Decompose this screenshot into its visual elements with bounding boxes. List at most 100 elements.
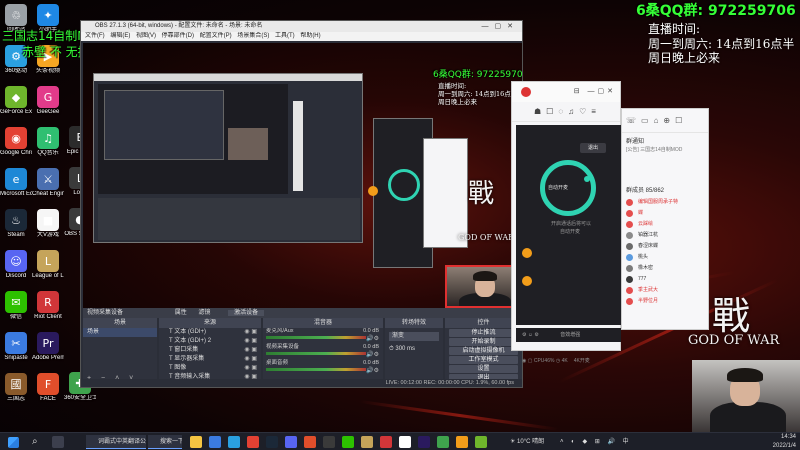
qq-members-panel[interactable]: ☏▭⌂⊕☐ 群通知 [公告] 三国志14自制MOD 群成员 85/862 编辑国…	[621, 108, 709, 330]
source-item[interactable]: T 显示器采集 ◉ ▣	[159, 355, 261, 364]
member-item[interactable]: 桃头	[622, 252, 708, 263]
taskbar-app-icon[interactable]	[437, 436, 449, 448]
activate-device-button[interactable]: 激活设备	[228, 310, 265, 316]
control-button[interactable]: 启动虚拟摄像机	[449, 347, 518, 355]
qq-side-toolbar-icons[interactable]: ☏▭⌂⊕☐	[622, 109, 708, 133]
qq-sound-enhance-button[interactable]: 音效增强	[560, 332, 580, 338]
dock-scenes-header: 场景	[83, 318, 157, 328]
qq-bottom-icons[interactable]: ⚙ ☺ ⚙	[522, 332, 539, 338]
control-button[interactable]: 工作室模式	[449, 356, 518, 364]
taskbar-app-icon[interactable]	[361, 436, 373, 448]
desktop-icon[interactable]: ☺ Discord	[0, 248, 32, 290]
taskbar-app-icon[interactable]	[304, 436, 316, 448]
desktop-icon[interactable]: ♨ Steam	[0, 207, 32, 249]
clock-date: 2022/1/4	[772, 443, 796, 449]
desktop-icon[interactable]: ⚔Cheat Engine	[32, 166, 64, 208]
member-item[interactable]: 蝶	[622, 208, 708, 219]
mixer-db-value: 0.0 dB	[363, 344, 379, 350]
desktop-icon[interactable]: G GeeGee	[32, 84, 64, 126]
taskbar-app-icon[interactable]	[228, 436, 240, 448]
control-button[interactable]: 设置	[449, 365, 518, 373]
mixer-channel[interactable]: 麦克风/Aux 0.0 dB 🔊⚙	[263, 328, 383, 344]
taskbar-app-icon[interactable]	[342, 436, 354, 448]
member-item[interactable]: 编辑国服周承子特	[622, 197, 708, 208]
volume-meter[interactable]	[266, 368, 366, 371]
volume-meter[interactable]	[266, 336, 366, 339]
eye-icon[interactable]: ◉ ▣	[244, 355, 257, 364]
app-icon: ⚔	[37, 168, 59, 190]
qq-window-controls[interactable]: ⊟ —▢✕	[574, 87, 616, 95]
taskbar-task-translate[interactable]: 词霸式中英翻译公司	[86, 435, 146, 449]
desktop-icon[interactable]: LLeague of Legends	[32, 248, 64, 290]
control-button[interactable]: 停止推流	[449, 329, 518, 337]
source-item[interactable]: T 窗口采集 ◉ ▣	[159, 346, 261, 355]
taskbar-app-icon[interactable]	[380, 436, 392, 448]
source-item[interactable]: T 文本 (GDI+) 2 ◉ ▣	[159, 337, 261, 346]
eye-icon[interactable]: ◉ ▣	[244, 337, 257, 346]
qq-toolbar-icons[interactable]: ☗☐◌♫♡≡	[534, 107, 601, 116]
taskbar-search-icon[interactable]: ⌕	[32, 436, 46, 448]
speaker-icon[interactable]: 🔊⚙	[366, 351, 379, 358]
obs-window[interactable]: OBS 27.1.3 (64-bit, windows) - 配置文件: 未命名…	[80, 20, 523, 388]
member-item[interactable]: 春涩床蝶	[622, 241, 708, 252]
desktop-icon[interactable]: ✂ Snipaste	[0, 330, 32, 372]
eye-icon[interactable]: ◉ ▣	[244, 346, 257, 355]
source-item[interactable]: T 文本 (GDI+) ◉ ▣	[159, 328, 261, 337]
member-item[interactable]: 半野位月	[622, 296, 708, 307]
desktop-icon[interactable]: F FACE	[32, 371, 64, 413]
filters-button[interactable]: 滤镜	[198, 310, 210, 316]
control-button[interactable]: 开始录制	[449, 338, 518, 346]
desktop-icon[interactable]: 國三国志	[0, 371, 32, 413]
taskbar-app-icon[interactable]	[190, 436, 202, 448]
speaker-icon[interactable]: 🔊⚙	[366, 367, 379, 374]
taskbar-app-icon[interactable]	[323, 436, 335, 448]
window-controls[interactable]: —▢✕	[482, 21, 519, 32]
source-item[interactable]: T 图像 ◉ ▣	[159, 364, 261, 373]
desktop-icon[interactable]: ◆GeForce Experience	[0, 84, 32, 126]
taskbar-app-icon[interactable]	[285, 436, 297, 448]
desktop-icon[interactable]: eMicrosoft Edge	[0, 166, 32, 208]
desktop-icon-label: GeForce Experience	[0, 109, 32, 115]
mixer-channel[interactable]: 视频采集设备 0.0 dB 🔊⚙	[263, 344, 383, 360]
taskbar-clock[interactable]: 14:34 2022/1/4	[760, 433, 796, 450]
desktop-icon[interactable]: ♫ QQ音乐	[32, 125, 64, 167]
properties-button[interactable]: 属性	[175, 310, 187, 316]
source-toolbar-label: 视频采集设备	[87, 310, 124, 316]
system-tray-icons[interactable]: ˄ ◐ ◆ ⊞ 🔊 中	[560, 433, 632, 450]
app-icon: ✉	[5, 291, 27, 313]
member-item[interactable]: 季主武大	[622, 285, 708, 296]
eye-icon[interactable]: ◉ ▣	[244, 364, 257, 373]
taskbar-task-search[interactable]: 搜索一下	[148, 435, 182, 449]
scene-item[interactable]: 场景	[83, 328, 157, 337]
taskbar-app-icon[interactable]	[418, 436, 430, 448]
desktop-icon[interactable]: ◉Google Chrome	[0, 125, 32, 167]
taskbar-app-icon[interactable]	[475, 436, 487, 448]
taskbar-app-icon[interactable]	[266, 436, 278, 448]
taskbar-app-icon[interactable]	[456, 436, 468, 448]
weather-widget[interactable]: ☀ 10°C 晴朗	[510, 433, 544, 450]
desktop-icon[interactable]: ■ 大V游戏	[32, 207, 64, 249]
start-windows-icon[interactable]	[8, 437, 19, 448]
obs-preview[interactable]: 6桑QQ群: 972259706 直播时间: 周一到周六: 14点到16点半 周…	[83, 43, 522, 308]
qq-exit-button[interactable]: 退出	[580, 143, 606, 153]
obs-title-bar[interactable]: OBS 27.1.3 (64-bit, windows) - 配置文件: 未命名…	[81, 21, 522, 32]
taskbar-app-icon[interactable]	[209, 436, 221, 448]
desktop-icon[interactable]: R Riot Client	[32, 289, 64, 331]
taskbar-app-icon[interactable]	[399, 436, 411, 448]
mixer-channel[interactable]: 桌面音频 0.0 dB 🔊⚙	[263, 360, 383, 376]
desktop-icon[interactable]: ✉ 微信	[0, 289, 32, 331]
taskbar-app-icon[interactable]	[247, 436, 259, 448]
speaker-icon[interactable]: 🔊⚙	[366, 335, 379, 342]
obs-menu-bar[interactable]: 文件(F) 编辑(E) 视图(V) 停靠部件(D) 配置文件(P) 场景集合(S…	[81, 32, 522, 41]
eye-icon[interactable]: ◉ ▣	[244, 328, 257, 337]
desktop-icon[interactable]: PrAdobe Premie...	[32, 330, 64, 372]
transition-select[interactable]: 渐变	[389, 332, 439, 341]
task-view-icon[interactable]	[52, 436, 64, 448]
transition-duration[interactable]: ⏱ 300 ms	[389, 345, 439, 354]
member-item[interactable]: 铂器江杭	[622, 230, 708, 241]
avatar	[626, 221, 633, 228]
volume-meter[interactable]	[266, 352, 366, 355]
member-item[interactable]: 777	[622, 274, 708, 285]
member-item[interactable]: 橡木密	[622, 263, 708, 274]
member-item[interactable]: 云踩绘	[622, 219, 708, 230]
